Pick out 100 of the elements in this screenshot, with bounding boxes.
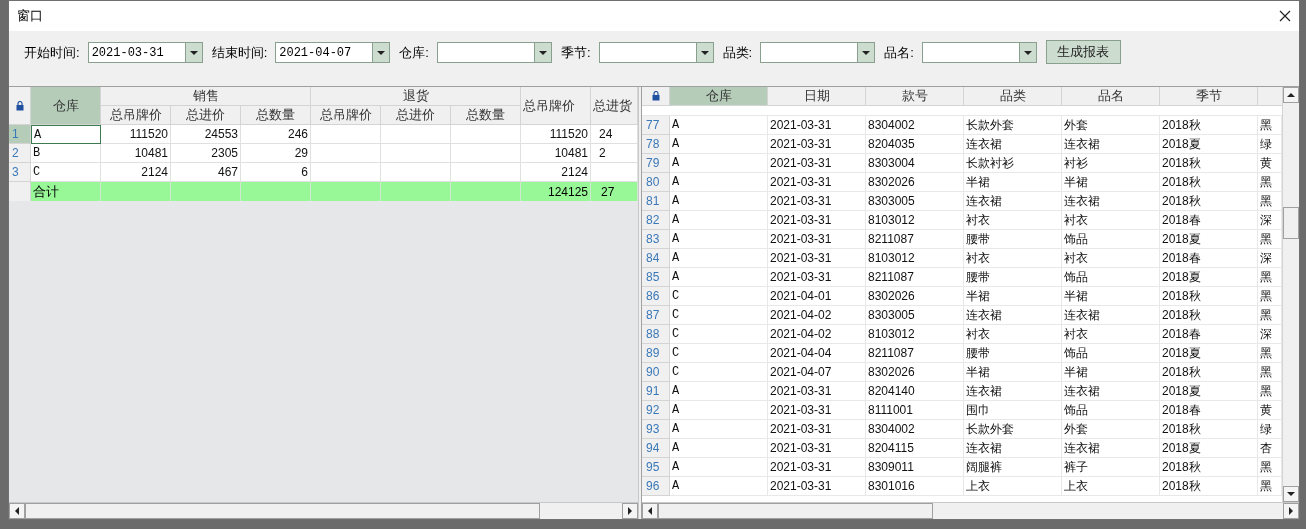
horizontal-scrollbar[interactable]: [642, 502, 1299, 519]
row-number[interactable]: 83: [642, 230, 670, 249]
column-header[interactable]: 款号: [866, 87, 964, 106]
column-header[interactable]: 总进价: [381, 106, 451, 125]
table-cell: 2018秋: [1160, 116, 1258, 135]
table-cell: 2021-03-31: [768, 192, 866, 211]
row-number[interactable]: 77: [642, 116, 670, 135]
table-cell: 2021-03-31: [768, 477, 866, 496]
scrollbar-thumb[interactable]: [1283, 207, 1299, 239]
table-cell: 8103012: [866, 211, 964, 230]
table-cell: 2021-04-01: [768, 287, 866, 306]
scroll-left-button[interactable]: [642, 503, 658, 519]
table-cell: 上衣: [964, 477, 1062, 496]
column-header[interactable]: 总进货: [591, 87, 638, 125]
row-number[interactable]: 95: [642, 458, 670, 477]
row-number[interactable]: 84: [642, 249, 670, 268]
dropdown-field[interactable]: 2021-04-07: [275, 42, 391, 63]
row-number[interactable]: 80: [642, 173, 670, 192]
caret-down-icon: [377, 50, 386, 55]
column-header[interactable]: 品名: [1062, 87, 1160, 106]
table-cell: 饰品: [1062, 401, 1160, 420]
vertical-scrollbar[interactable]: [1282, 87, 1299, 502]
scroll-up-button[interactable]: [1283, 87, 1299, 103]
total-value: 124125: [547, 183, 588, 201]
column-header[interactable]: 总进价: [171, 106, 241, 125]
column-header[interactable]: 仓库: [670, 87, 768, 106]
scroll-right-button[interactable]: [1283, 503, 1299, 519]
table-cell: A: [670, 211, 768, 230]
row-number[interactable]: 1: [9, 125, 31, 144]
row-number[interactable]: 89: [642, 344, 670, 363]
row-number[interactable]: 82: [642, 211, 670, 230]
table-cell: A: [670, 192, 768, 211]
column-header[interactable]: 日期: [768, 87, 866, 106]
scroll-right-button[interactable]: [622, 503, 638, 519]
table-cell: 8303005: [866, 192, 964, 211]
table-cell: 2021-03-31: [768, 439, 866, 458]
column-header[interactable]: 季节: [1160, 87, 1258, 106]
table-cell: 裤子: [1062, 458, 1160, 477]
dropdown-field[interactable]: [921, 42, 1037, 63]
table-cell: 8302026: [866, 287, 964, 306]
row-number[interactable]: 87: [642, 306, 670, 325]
column-header[interactable]: 总数量: [451, 106, 521, 125]
row-number[interactable]: 93: [642, 420, 670, 439]
table-cell: 2018春: [1160, 249, 1258, 268]
row-number[interactable]: 90: [642, 363, 670, 382]
table-cell: 长款衬衫: [964, 154, 1062, 173]
scrollbar-thumb[interactable]: [658, 503, 933, 519]
column-header[interactable]: 总数量: [241, 106, 311, 125]
table-cell: 2021-04-04: [768, 344, 866, 363]
close-icon[interactable]: [1279, 10, 1291, 22]
caret-right-icon: [628, 507, 632, 515]
dropdown-field[interactable]: [760, 42, 876, 63]
row-number[interactable]: 2: [9, 144, 31, 163]
table-cell: 2021-03-31: [768, 382, 866, 401]
table-cell: A: [31, 125, 101, 144]
table-cell: 8204140: [866, 382, 964, 401]
horizontal-scrollbar[interactable]: [9, 502, 638, 519]
table-cell: A: [670, 249, 768, 268]
row-number[interactable]: 81: [642, 192, 670, 211]
scroll-left-button[interactable]: [9, 503, 25, 519]
table-cell: A: [670, 154, 768, 173]
table-cell: 2021-04-02: [768, 325, 866, 344]
column-header[interactable]: 总吊牌价: [521, 87, 591, 125]
row-number[interactable]: 94: [642, 439, 670, 458]
caret-down-icon: [1023, 50, 1032, 55]
column-header[interactable]: 总吊牌价: [101, 106, 171, 125]
table-cell: A: [670, 230, 768, 249]
row-number[interactable]: 96: [642, 477, 670, 496]
table-cell: 衬衣: [1062, 249, 1160, 268]
scroll-down-button[interactable]: [1283, 486, 1299, 502]
row-number[interactable]: 78: [642, 135, 670, 154]
caret-down-icon: [1287, 492, 1295, 496]
row-number[interactable]: 86: [642, 287, 670, 306]
row-number[interactable]: 3: [9, 163, 31, 182]
dropdown-field[interactable]: 2021-03-31: [87, 42, 203, 63]
dropdown-field[interactable]: [436, 42, 552, 63]
table-cell: 2021-03-31: [768, 458, 866, 477]
table-cell: 上衣: [1062, 477, 1160, 496]
row-number[interactable]: 88: [642, 325, 670, 344]
table-cell: 8301016: [866, 477, 964, 496]
row-number[interactable]: 85: [642, 268, 670, 287]
dropdown-field[interactable]: [598, 42, 714, 63]
table-cell: 8211087: [866, 344, 964, 363]
column-header[interactable]: 总吊牌价: [311, 106, 381, 125]
row-number[interactable]: 92: [642, 401, 670, 420]
caret-down-icon: [538, 50, 547, 55]
generate-report-button[interactable]: 生成报表: [1045, 40, 1121, 64]
column-header[interactable]: 品类: [964, 87, 1062, 106]
table-cell: 2018秋: [1160, 458, 1258, 477]
scrollbar-thumb[interactable]: [25, 503, 540, 519]
row-number[interactable]: 91: [642, 382, 670, 401]
lock-icon: [15, 100, 24, 111]
caret-down-icon: [862, 50, 871, 55]
table-cell: C: [670, 325, 768, 344]
row-number[interactable]: 79: [642, 154, 670, 173]
table-cell: 2018夏: [1160, 230, 1258, 249]
table-cell: 长款外套: [964, 420, 1062, 439]
caret-up-icon: [1287, 93, 1295, 97]
table-cell: 连衣裙: [964, 135, 1062, 154]
column-header[interactable]: 仓库: [31, 87, 101, 125]
